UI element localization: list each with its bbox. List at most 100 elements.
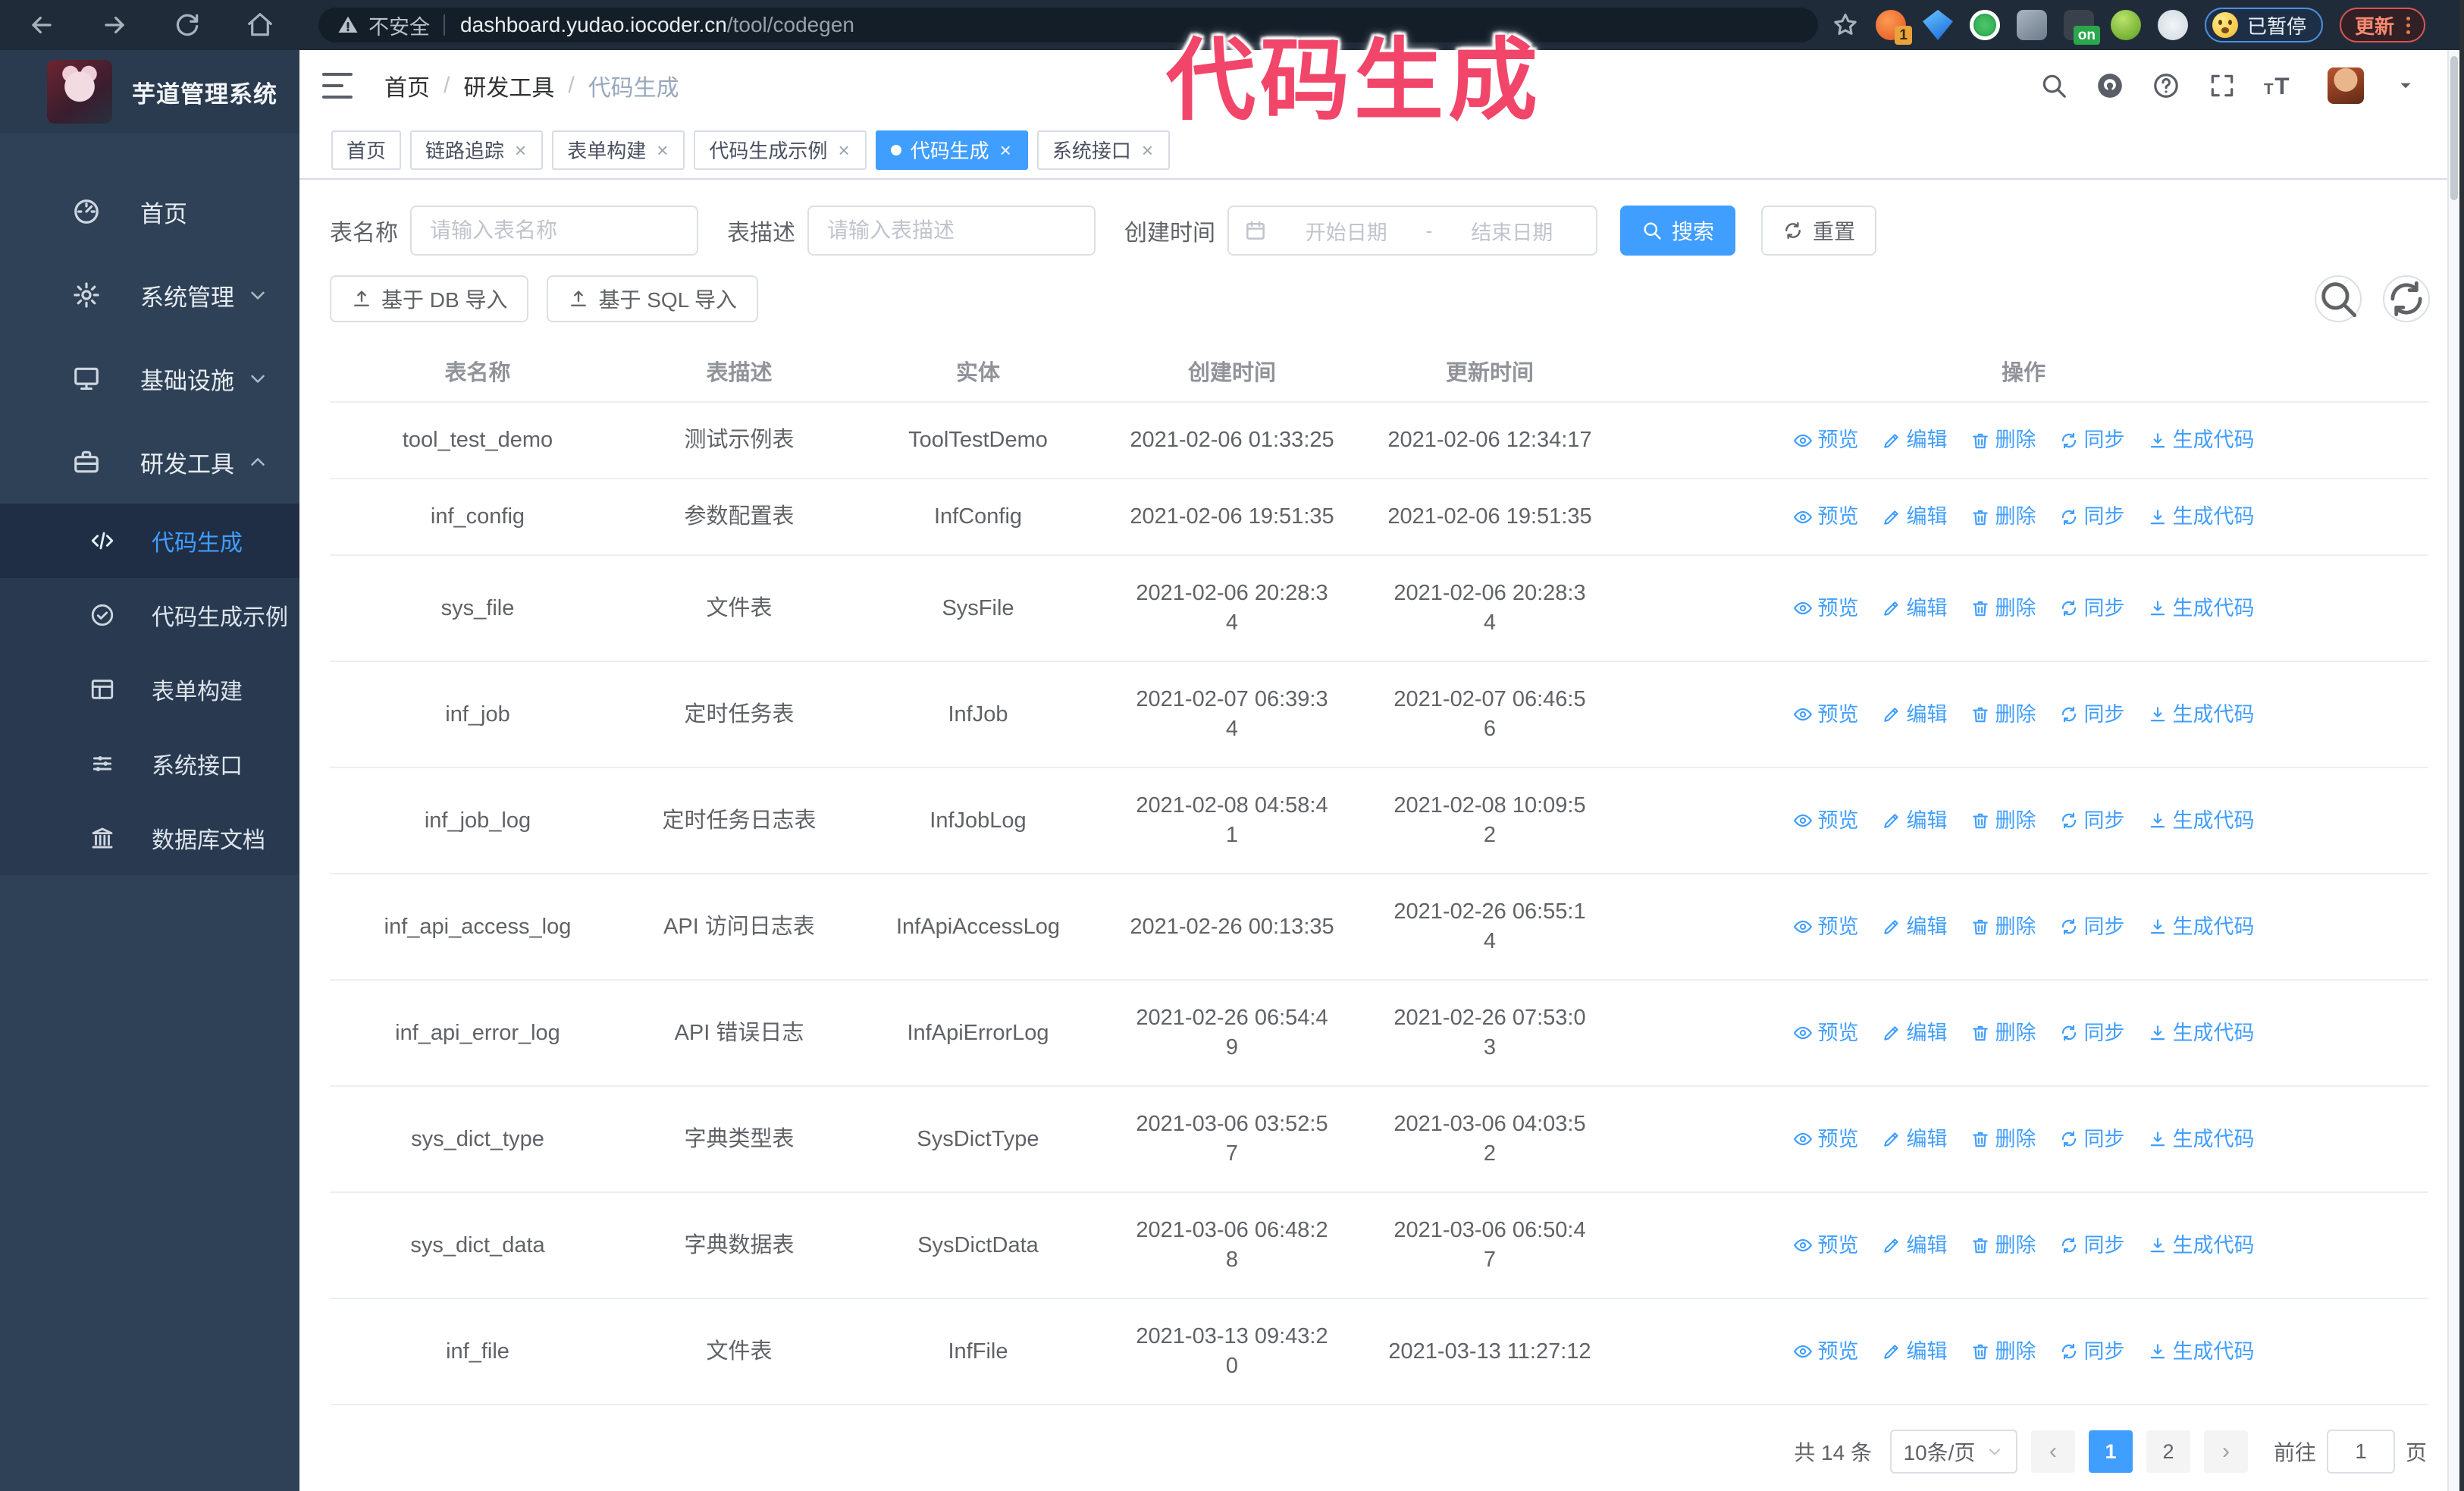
action-删除[interactable]: 删除 [1970, 912, 2036, 942]
page-button-1[interactable]: 1 [2088, 1430, 2133, 1473]
action-同步[interactable]: 同步 [2059, 425, 2125, 455]
search-button[interactable]: 搜索 [1620, 206, 1736, 256]
scrollbar[interactable] [2447, 50, 2459, 1491]
action-删除[interactable]: 删除 [1970, 1337, 2036, 1367]
github-icon[interactable] [2096, 71, 2124, 100]
sidebar-item-基础设施[interactable]: 基础设施 [0, 337, 299, 420]
back-icon[interactable] [27, 11, 56, 39]
action-删除[interactable]: 删除 [1970, 1231, 2036, 1260]
action-编辑[interactable]: 编辑 [1882, 1125, 1948, 1154]
action-生成代码[interactable]: 生成代码 [2148, 700, 2255, 730]
sidebar-item-首页[interactable]: 首页 [0, 170, 299, 253]
action-预览[interactable]: 预览 [1793, 806, 1859, 836]
address-bar[interactable]: 不安全 dashboard.yudao.iocoder.cn /tool/cod… [318, 8, 1818, 42]
reload-icon[interactable] [173, 11, 202, 39]
next-page-button[interactable]: › [2203, 1430, 2248, 1473]
action-同步[interactable]: 同步 [2059, 700, 2125, 730]
page-button-2[interactable]: 2 [2146, 1430, 2190, 1473]
date-range-picker[interactable]: 开始日期 - 结束日期 [1227, 206, 1597, 256]
action-生成代码[interactable]: 生成代码 [2148, 1125, 2255, 1154]
action-预览[interactable]: 预览 [1793, 1125, 1859, 1154]
action-编辑[interactable]: 编辑 [1882, 594, 1948, 623]
action-生成代码[interactable]: 生成代码 [2148, 594, 2255, 623]
action-生成代码[interactable]: 生成代码 [2148, 425, 2255, 455]
action-编辑[interactable]: 编辑 [1882, 1231, 1948, 1260]
fullscreen-icon[interactable] [2208, 71, 2237, 100]
action-同步[interactable]: 同步 [2059, 1337, 2125, 1367]
extension-adblock-icon[interactable]: 1 [1876, 10, 1912, 45]
font-size-icon[interactable]: TT [2264, 71, 2293, 100]
action-预览[interactable]: 预览 [1793, 700, 1859, 730]
action-同步[interactable]: 同步 [2059, 912, 2125, 942]
close-tab-icon[interactable]: × [998, 140, 1013, 160]
extension-check-icon[interactable] [1970, 10, 2000, 40]
tab-首页[interactable]: 首页 [331, 130, 402, 170]
home-icon[interactable] [246, 11, 274, 39]
action-预览[interactable]: 预览 [1793, 425, 1859, 455]
reset-button[interactable]: 重置 [1761, 206, 1877, 256]
sidebar-item-研发工具[interactable]: 研发工具 [0, 420, 299, 504]
extension-grid-icon[interactable] [2017, 10, 2047, 40]
hamburger-icon[interactable] [322, 73, 353, 99]
action-预览[interactable]: 预览 [1793, 912, 1859, 942]
action-删除[interactable]: 删除 [1970, 425, 2036, 455]
sidebar-subitem-表单构建[interactable]: 表单构建 [0, 652, 299, 727]
tab-链路追踪[interactable]: 链路追踪 × [410, 130, 544, 170]
sidebar-subitem-系统接口[interactable]: 系统接口 [0, 727, 299, 801]
extension-green-icon[interactable] [2111, 10, 2141, 40]
sidebar-subitem-代码生成示例[interactable]: 代码生成示例 [0, 578, 299, 652]
forward-icon[interactable] [100, 11, 129, 39]
browser-menu-icon[interactable] [2406, 16, 2411, 34]
tab-代码生成示例[interactable]: 代码生成示例 × [694, 130, 867, 170]
help-icon[interactable] [2152, 71, 2180, 100]
action-编辑[interactable]: 编辑 [1882, 1337, 1948, 1367]
prev-page-button[interactable]: ‹ [2030, 1430, 2075, 1473]
sidebar-subitem-数据库文档[interactable]: 数据库文档 [0, 801, 299, 875]
action-生成代码[interactable]: 生成代码 [2148, 912, 2255, 942]
action-编辑[interactable]: 编辑 [1882, 425, 1948, 455]
action-删除[interactable]: 删除 [1970, 594, 2036, 623]
extension-dark-icon[interactable]: on [2064, 10, 2100, 45]
action-删除[interactable]: 删除 [1970, 700, 2036, 730]
import-db-button[interactable]: 基于 DB 导入 [330, 275, 529, 322]
action-预览[interactable]: 预览 [1793, 1019, 1859, 1048]
goto-page-input[interactable] [2326, 1430, 2395, 1474]
scrollbar-thumb[interactable] [2450, 56, 2458, 200]
table-desc-input[interactable] [807, 206, 1096, 256]
sidebar-subitem-代码生成[interactable]: 代码生成 [0, 504, 299, 578]
action-编辑[interactable]: 编辑 [1882, 806, 1948, 836]
breadcrumb-item-研发工具[interactable]: 研发工具 [463, 69, 554, 102]
action-编辑[interactable]: 编辑 [1882, 700, 1948, 730]
action-生成代码[interactable]: 生成代码 [2148, 806, 2255, 836]
action-生成代码[interactable]: 生成代码 [2148, 1231, 2255, 1260]
browser-update-button[interactable]: 更新 [2340, 8, 2426, 42]
action-编辑[interactable]: 编辑 [1882, 912, 1948, 942]
tab-表单构建[interactable]: 表单构建 × [552, 130, 685, 170]
action-预览[interactable]: 预览 [1793, 594, 1859, 623]
breadcrumb-item-首页[interactable]: 首页 [384, 69, 430, 102]
action-预览[interactable]: 预览 [1793, 1231, 1859, 1260]
extension-gem-icon[interactable] [1923, 10, 1953, 40]
close-tab-icon[interactable]: × [513, 140, 528, 160]
action-同步[interactable]: 同步 [2059, 594, 2125, 623]
profile-paused-pill[interactable]: 已暂停 [2205, 8, 2324, 42]
action-同步[interactable]: 同步 [2059, 1125, 2125, 1154]
table-name-input[interactable] [410, 206, 698, 256]
action-生成代码[interactable]: 生成代码 [2148, 1337, 2255, 1367]
action-删除[interactable]: 删除 [1970, 806, 2036, 836]
avatar-caret-down-icon[interactable] [2396, 76, 2415, 96]
action-编辑[interactable]: 编辑 [1882, 502, 1948, 532]
action-生成代码[interactable]: 生成代码 [2148, 1019, 2255, 1048]
search-icon[interactable] [2039, 71, 2068, 100]
bookmark-star-icon[interactable] [1832, 11, 1859, 39]
close-tab-icon[interactable]: × [836, 140, 851, 160]
tab-系统接口[interactable]: 系统接口 × [1036, 130, 1171, 170]
action-删除[interactable]: 删除 [1970, 1019, 2036, 1048]
close-tab-icon[interactable]: × [655, 140, 669, 160]
action-编辑[interactable]: 编辑 [1882, 1019, 1948, 1048]
action-同步[interactable]: 同步 [2059, 806, 2125, 836]
action-同步[interactable]: 同步 [2059, 1231, 2125, 1260]
user-avatar[interactable] [2328, 67, 2364, 104]
sidebar-item-系统管理[interactable]: 系统管理 [0, 253, 299, 337]
close-tab-icon[interactable]: × [1140, 140, 1155, 160]
